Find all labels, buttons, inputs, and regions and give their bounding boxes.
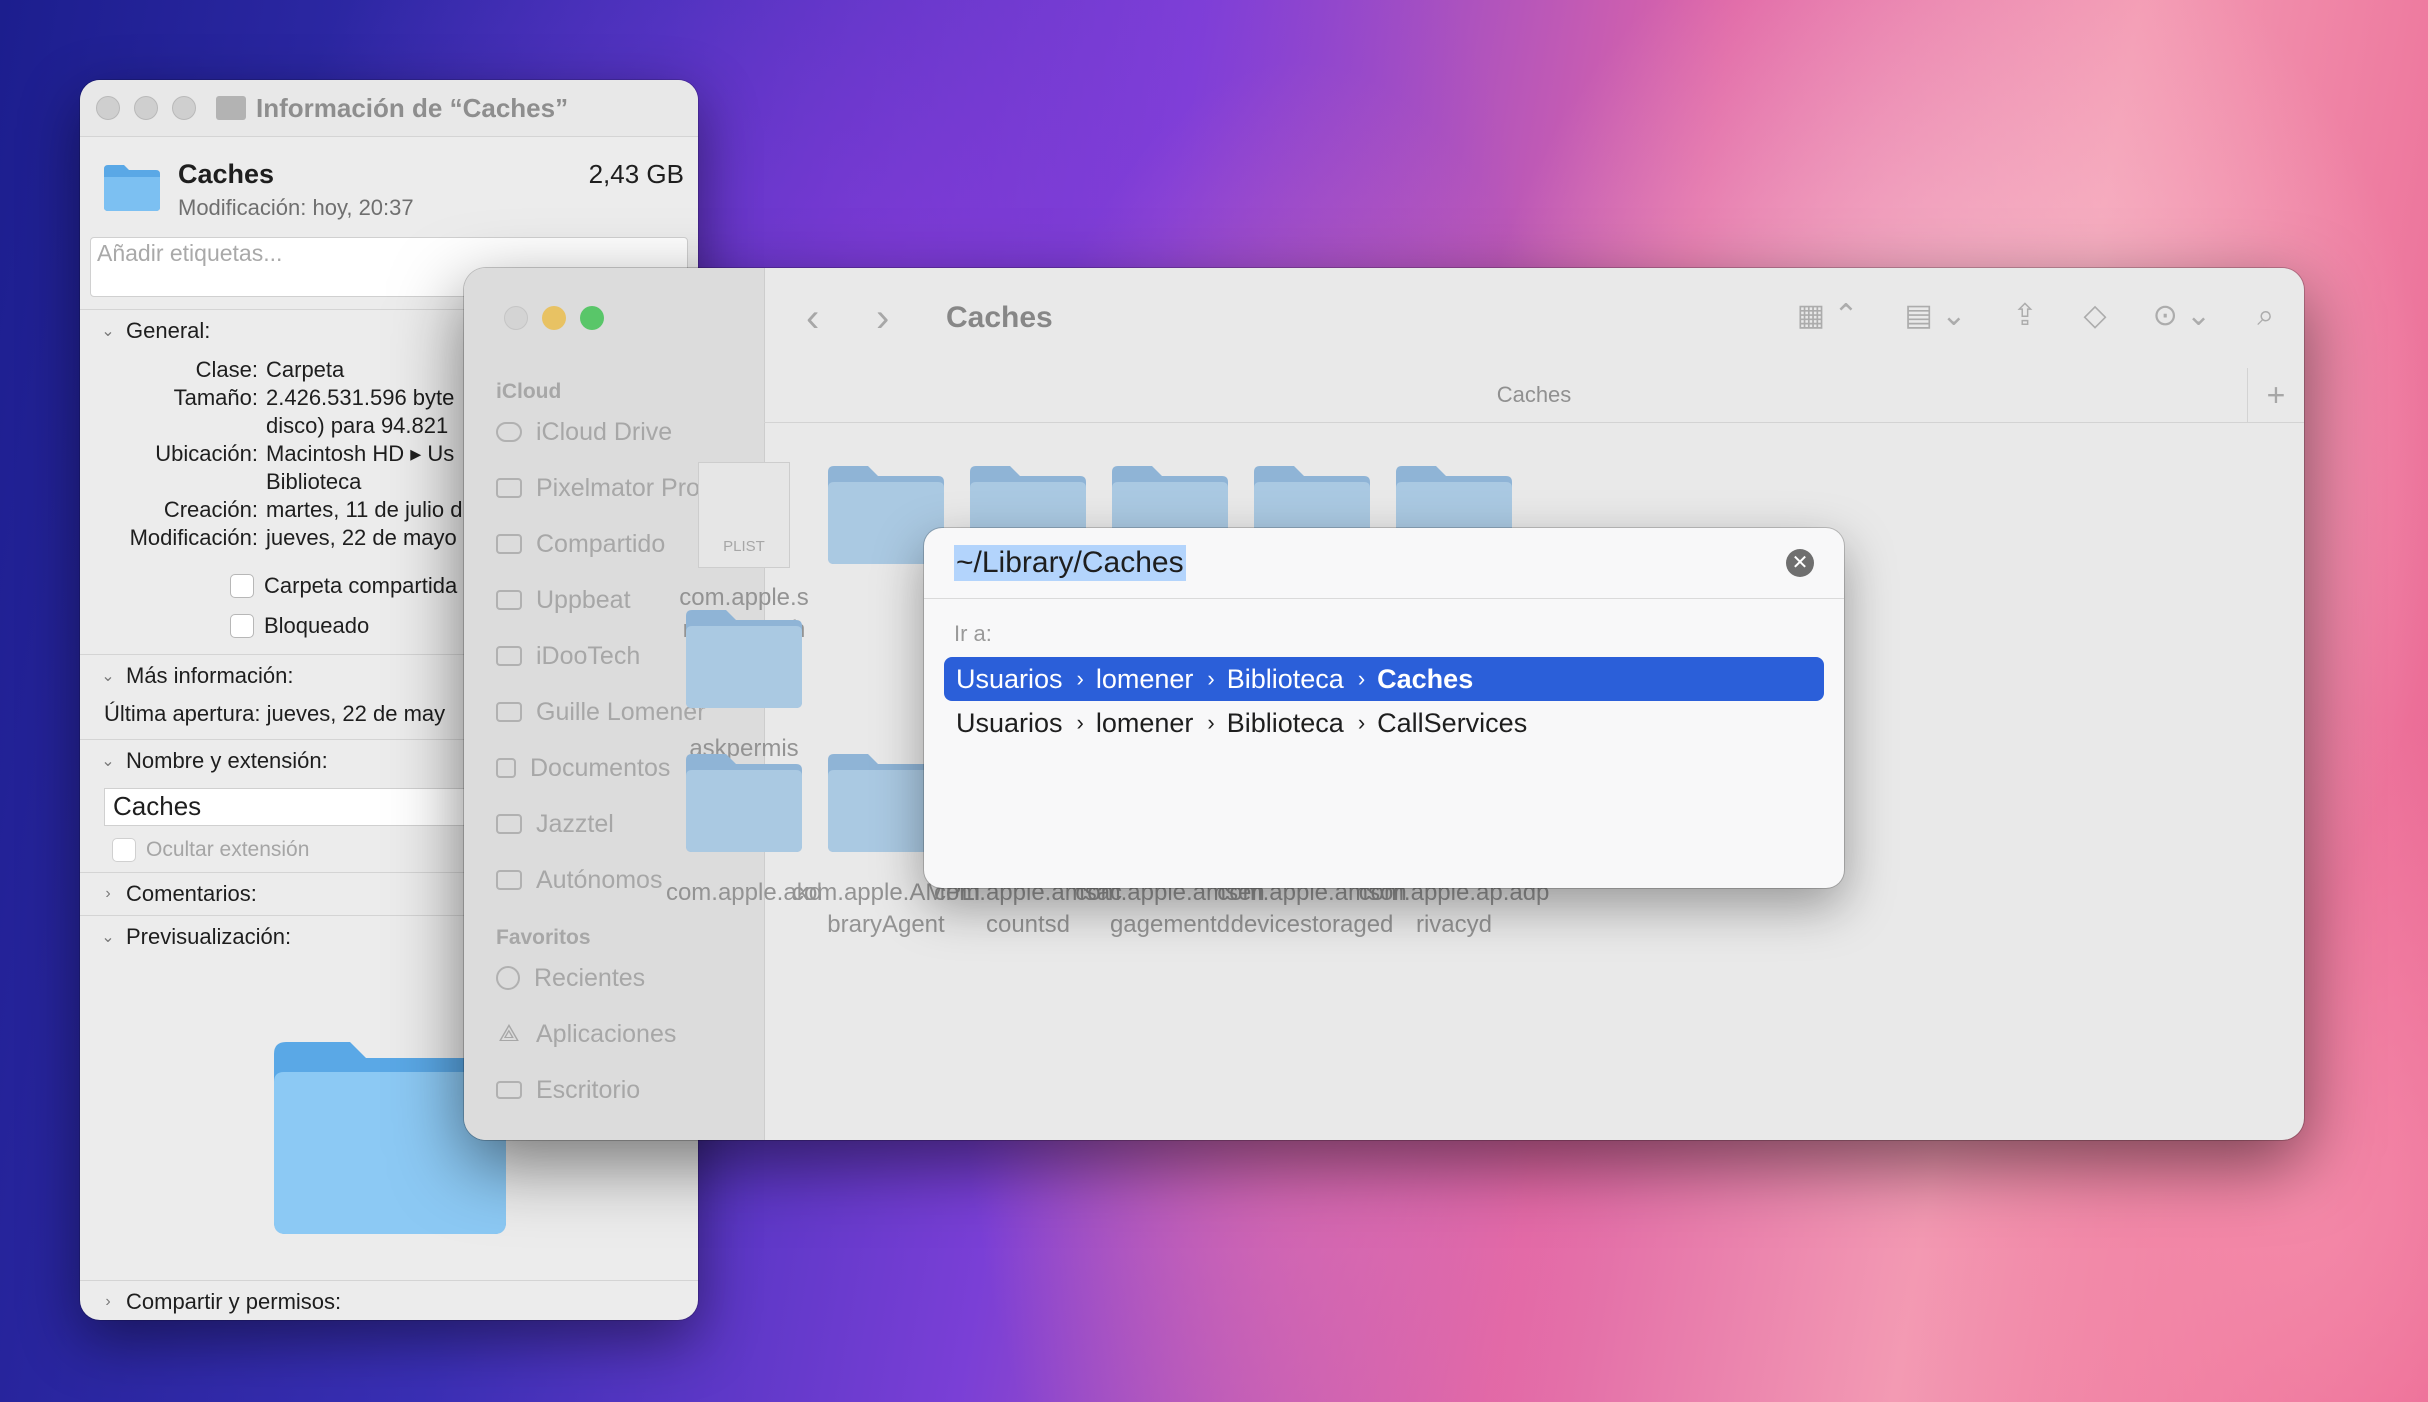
back-icon[interactable]: ‹ — [806, 296, 836, 341]
cloud-icon — [496, 422, 522, 442]
applications-icon: ⟁ — [498, 1020, 520, 1047]
result-item[interactable]: Usuarios › lomener › Biblioteca › Caches — [944, 657, 1824, 701]
path-input-row: ~/Library/Caches ✕ — [924, 528, 1844, 599]
chevron-down-icon: ⌄ — [101, 929, 115, 946]
finder-toolbar: ‹ › Caches ▦ ⌃ ▤ ⌄ ⇪ ◇ ⊙ ⌄ ⌕ — [764, 268, 2304, 368]
chevron-right-icon: › — [105, 1293, 111, 1310]
item-name: Caches — [178, 159, 275, 189]
zoom-button[interactable] — [172, 96, 196, 120]
chevron-right-icon: › — [1357, 666, 1366, 691]
more-icon[interactable]: ⊙ ⌄ — [2153, 298, 2212, 333]
forward-icon[interactable]: › — [876, 296, 906, 341]
folder-icon — [686, 610, 802, 708]
info-window-title: Información de “Caches” — [256, 92, 569, 123]
close-button[interactable] — [96, 96, 120, 120]
search-icon[interactable]: ⌕ — [2257, 299, 2274, 333]
close-button[interactable] — [504, 306, 528, 330]
toolbar-icons: ▦ ⌃ ▤ ⌄ ⇪ ◇ ⊙ ⌄ ⌕ — [1797, 298, 2274, 333]
sidebar-item-aplicaciones[interactable]: ⟁ Aplicaciones — [464, 1006, 764, 1062]
folder-icon — [216, 96, 246, 120]
chevron-right-icon: › — [105, 885, 111, 902]
minimize-button[interactable] — [134, 96, 158, 120]
goto-label: Ir a: — [954, 621, 992, 646]
window-controls — [504, 306, 604, 330]
chevron-down-icon: ⌄ — [101, 323, 115, 340]
path-bar: Caches + — [764, 368, 2304, 423]
folder-icon — [496, 814, 522, 834]
tag-icon[interactable]: ◇ — [2084, 298, 2107, 333]
sharing-section: › Compartir y permisos: — [80, 1280, 698, 1320]
view-icons-icon[interactable]: ▦ ⌃ — [1797, 298, 1859, 333]
folder-icon — [496, 646, 522, 666]
folder-icon — [496, 478, 522, 498]
folder-icon — [496, 702, 522, 722]
chevron-right-icon: › — [1076, 710, 1084, 735]
sharing-header[interactable]: › Compartir y permisos: — [80, 1281, 698, 1320]
path-input[interactable]: ~/Library/Caches — [954, 545, 1186, 581]
result-item[interactable]: Usuarios › lomener › Biblioteca › CallServi… — [944, 701, 1824, 745]
group-icon[interactable]: ▤ ⌄ — [1905, 298, 1967, 333]
sidebar-header-favoritos: Favoritos — [496, 926, 591, 949]
chevron-right-icon: › — [1076, 666, 1084, 691]
chevron-right-icon: › — [1207, 666, 1215, 691]
clock-icon — [496, 966, 520, 990]
add-tab-button[interactable]: + — [2247, 368, 2304, 422]
chevron-right-icon: › — [1357, 710, 1366, 735]
chevron-right-icon: › — [1207, 710, 1215, 735]
info-header: Caches 2,43 GB Modificación: hoy, 20:37 — [80, 137, 698, 237]
folder-icon — [104, 165, 160, 211]
item-modified: Modificación: hoy, 20:37 — [178, 195, 414, 220]
shared-folder-icon — [496, 534, 522, 554]
desktop-icon — [496, 1081, 522, 1099]
folder-icon — [496, 590, 522, 610]
minimize-button[interactable] — [542, 306, 566, 330]
info-titlebar: Información de “Caches” — [80, 80, 698, 137]
chevron-down-icon: ⌄ — [101, 668, 115, 685]
folder-icon — [496, 870, 522, 890]
clear-icon[interactable]: ✕ — [1786, 549, 1814, 577]
document-icon: PLIST — [698, 462, 790, 568]
sidebar-header-icloud: iCloud — [496, 380, 562, 403]
document-icon — [496, 758, 516, 778]
go-to-folder-dialog: ~/Library/Caches ✕ Ir a: Usuarios › lomen… — [924, 528, 1844, 888]
sidebar-item-recientes[interactable]: Recientes — [464, 950, 764, 1006]
finder-title: Caches — [946, 301, 1053, 334]
share-icon[interactable]: ⇪ — [2012, 298, 2037, 333]
chevron-down-icon: ⌄ — [101, 753, 115, 770]
item-size: 2,43 GB — [588, 159, 684, 189]
file-item[interactable]: askpermis — [639, 606, 849, 765]
zoom-button[interactable] — [580, 306, 604, 330]
file-label: rivacyd — [1415, 911, 1493, 938]
sidebar-item-escritorio[interactable]: Escritorio — [464, 1062, 764, 1118]
sidebar-item-icloud-drive[interactable]: iCloud Drive — [464, 404, 764, 460]
